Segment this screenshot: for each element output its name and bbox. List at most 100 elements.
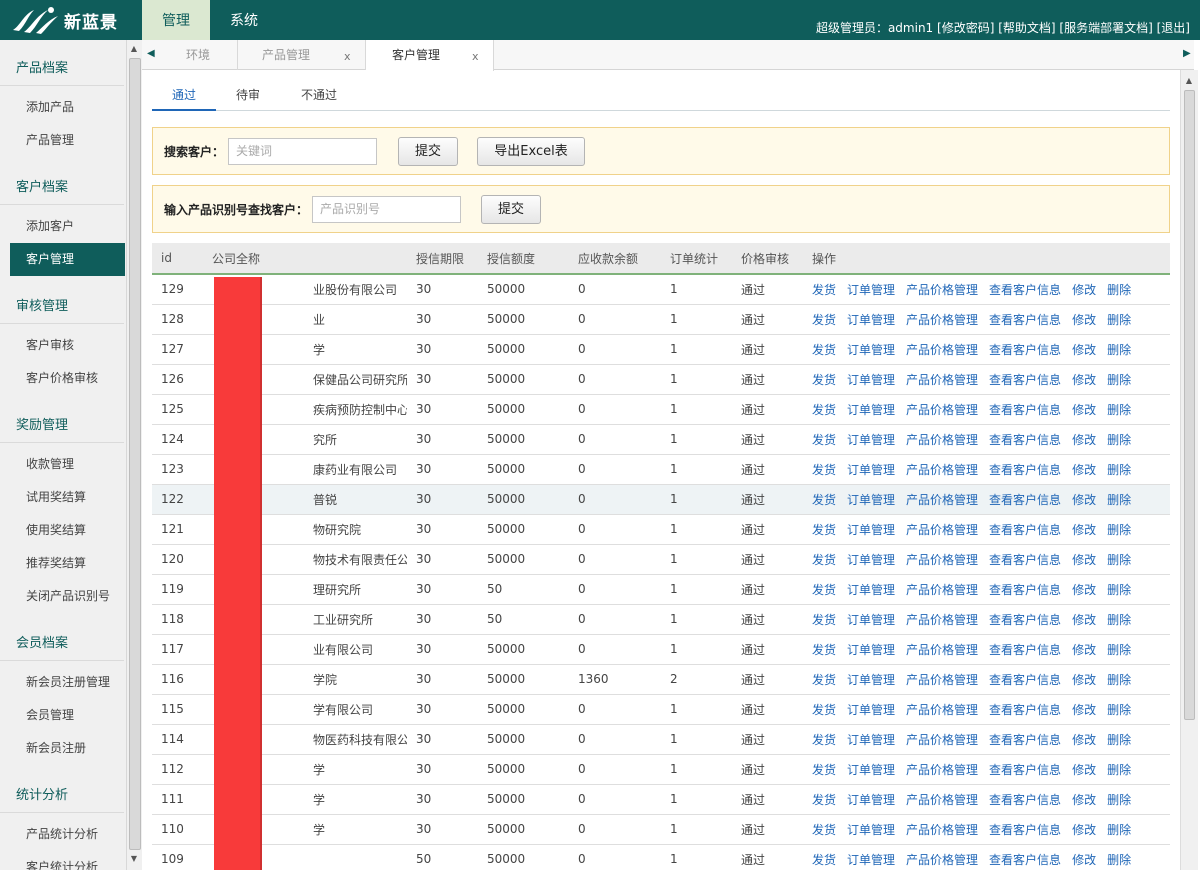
keyword-search-input[interactable]: 关键词 <box>228 138 377 165</box>
ship-link[interactable]: 发货 <box>812 853 836 867</box>
page-tab-environment[interactable]: 环境 <box>160 40 238 70</box>
order-manage-link[interactable]: 订单管理 <box>847 313 895 327</box>
order-manage-link[interactable]: 订单管理 <box>847 823 895 837</box>
product-id-input[interactable]: 产品识别号 <box>312 196 461 223</box>
view-customer-link[interactable]: 查看客户信息 <box>989 583 1061 597</box>
sidebar-item[interactable]: 新会员注册管理 <box>0 666 124 699</box>
edit-link[interactable]: 修改 <box>1072 823 1096 837</box>
delete-link[interactable]: 删除 <box>1107 313 1131 327</box>
delete-link[interactable]: 删除 <box>1107 673 1131 687</box>
view-customer-link[interactable]: 查看客户信息 <box>989 823 1061 837</box>
view-customer-link[interactable]: 查看客户信息 <box>989 493 1061 507</box>
ship-link[interactable]: 发货 <box>812 703 836 717</box>
edit-link[interactable]: 修改 <box>1072 463 1096 477</box>
ship-link[interactable]: 发货 <box>812 643 836 657</box>
help-docs-link[interactable]: [帮助文档] <box>998 21 1055 35</box>
sidebar-group-title[interactable]: 统计分析 <box>0 779 124 813</box>
delete-link[interactable]: 删除 <box>1107 463 1131 477</box>
change-password-link[interactable]: [修改密码] <box>937 21 994 35</box>
order-manage-link[interactable]: 订单管理 <box>847 763 895 777</box>
ship-link[interactable]: 发货 <box>812 433 836 447</box>
view-customer-link[interactable]: 查看客户信息 <box>989 643 1061 657</box>
order-manage-link[interactable]: 订单管理 <box>847 523 895 537</box>
product-price-manage-link[interactable]: 产品价格管理 <box>906 523 978 537</box>
delete-link[interactable]: 删除 <box>1107 703 1131 717</box>
edit-link[interactable]: 修改 <box>1072 493 1096 507</box>
sidebar-item[interactable]: 产品统计分析 <box>0 818 124 851</box>
scroll-up-icon[interactable]: ▲ <box>1184 76 1194 85</box>
order-manage-link[interactable]: 订单管理 <box>847 403 895 417</box>
delete-link[interactable]: 删除 <box>1107 433 1131 447</box>
delete-link[interactable]: 删除 <box>1107 523 1131 537</box>
edit-link[interactable]: 修改 <box>1072 553 1096 567</box>
delete-link[interactable]: 删除 <box>1107 493 1131 507</box>
edit-link[interactable]: 修改 <box>1072 703 1096 717</box>
product-price-manage-link[interactable]: 产品价格管理 <box>906 583 978 597</box>
order-manage-link[interactable]: 订单管理 <box>847 613 895 627</box>
edit-link[interactable]: 修改 <box>1072 523 1096 537</box>
product-price-manage-link[interactable]: 产品价格管理 <box>906 733 978 747</box>
sidebar-item[interactable]: 添加客户 <box>0 210 124 243</box>
tab-close-icon[interactable]: x <box>472 42 479 72</box>
deploy-docs-link[interactable]: [服务端部署文档] <box>1059 21 1152 35</box>
tab-scroll-left-icon[interactable]: ◀ <box>147 48 155 59</box>
order-manage-link[interactable]: 订单管理 <box>847 703 895 717</box>
ship-link[interactable]: 发货 <box>812 583 836 597</box>
sidebar-group-title[interactable]: 审核管理 <box>0 290 124 324</box>
sidebar-group-title[interactable]: 产品档案 <box>0 52 124 86</box>
product-price-manage-link[interactable]: 产品价格管理 <box>906 283 978 297</box>
delete-link[interactable]: 删除 <box>1107 763 1131 777</box>
edit-link[interactable]: 修改 <box>1072 673 1096 687</box>
edit-link[interactable]: 修改 <box>1072 613 1096 627</box>
edit-link[interactable]: 修改 <box>1072 433 1096 447</box>
ship-link[interactable]: 发货 <box>812 283 836 297</box>
sidebar-item[interactable]: 添加产品 <box>0 91 124 124</box>
sidebar-item[interactable]: 使用奖结算 <box>0 514 124 547</box>
ship-link[interactable]: 发货 <box>812 373 836 387</box>
delete-link[interactable]: 删除 <box>1107 643 1131 657</box>
product-price-manage-link[interactable]: 产品价格管理 <box>906 343 978 357</box>
view-customer-link[interactable]: 查看客户信息 <box>989 853 1061 867</box>
sidebar-item[interactable]: 会员管理 <box>0 699 124 732</box>
order-manage-link[interactable]: 订单管理 <box>847 493 895 507</box>
product-price-manage-link[interactable]: 产品价格管理 <box>906 613 978 627</box>
col-header-receivable[interactable]: 应收款余额 <box>569 243 661 275</box>
view-customer-link[interactable]: 查看客户信息 <box>989 793 1061 807</box>
delete-link[interactable]: 删除 <box>1107 613 1131 627</box>
col-header-credit-term[interactable]: 授信期限 <box>407 243 478 275</box>
ship-link[interactable]: 发货 <box>812 823 836 837</box>
sidebar-group-title[interactable]: 客户档案 <box>0 171 124 205</box>
delete-link[interactable]: 删除 <box>1107 793 1131 807</box>
brand-logo[interactable]: 新蓝景 <box>10 4 138 36</box>
view-customer-link[interactable]: 查看客户信息 <box>989 733 1061 747</box>
order-manage-link[interactable]: 订单管理 <box>847 343 895 357</box>
edit-link[interactable]: 修改 <box>1072 283 1096 297</box>
order-manage-link[interactable]: 订单管理 <box>847 463 895 477</box>
edit-link[interactable]: 修改 <box>1072 853 1096 867</box>
order-manage-link[interactable]: 订单管理 <box>847 853 895 867</box>
view-customer-link[interactable]: 查看客户信息 <box>989 553 1061 567</box>
delete-link[interactable]: 删除 <box>1107 823 1131 837</box>
sidebar-group-title[interactable]: 奖励管理 <box>0 409 124 443</box>
delete-link[interactable]: 删除 <box>1107 853 1131 867</box>
order-manage-link[interactable]: 订单管理 <box>847 553 895 567</box>
product-price-manage-link[interactable]: 产品价格管理 <box>906 703 978 717</box>
sidebar-item[interactable]: 收款管理 <box>0 448 124 481</box>
tab-pending[interactable]: 待审 <box>216 84 280 111</box>
ship-link[interactable]: 发货 <box>812 763 836 777</box>
order-manage-link[interactable]: 订单管理 <box>847 643 895 657</box>
product-price-manage-link[interactable]: 产品价格管理 <box>906 373 978 387</box>
order-manage-link[interactable]: 订单管理 <box>847 583 895 597</box>
sidebar-group-title[interactable]: 会员档案 <box>0 627 124 661</box>
col-header-credit-limit[interactable]: 授信额度 <box>478 243 569 275</box>
view-customer-link[interactable]: 查看客户信息 <box>989 373 1061 387</box>
product-price-manage-link[interactable]: 产品价格管理 <box>906 313 978 327</box>
view-customer-link[interactable]: 查看客户信息 <box>989 523 1061 537</box>
ship-link[interactable]: 发货 <box>812 733 836 747</box>
delete-link[interactable]: 删除 <box>1107 583 1131 597</box>
view-customer-link[interactable]: 查看客户信息 <box>989 343 1061 357</box>
scroll-up-icon[interactable]: ▲ <box>129 44 139 53</box>
logout-link[interactable]: [退出] <box>1157 21 1190 35</box>
product-price-manage-link[interactable]: 产品价格管理 <box>906 673 978 687</box>
view-customer-link[interactable]: 查看客户信息 <box>989 463 1061 477</box>
